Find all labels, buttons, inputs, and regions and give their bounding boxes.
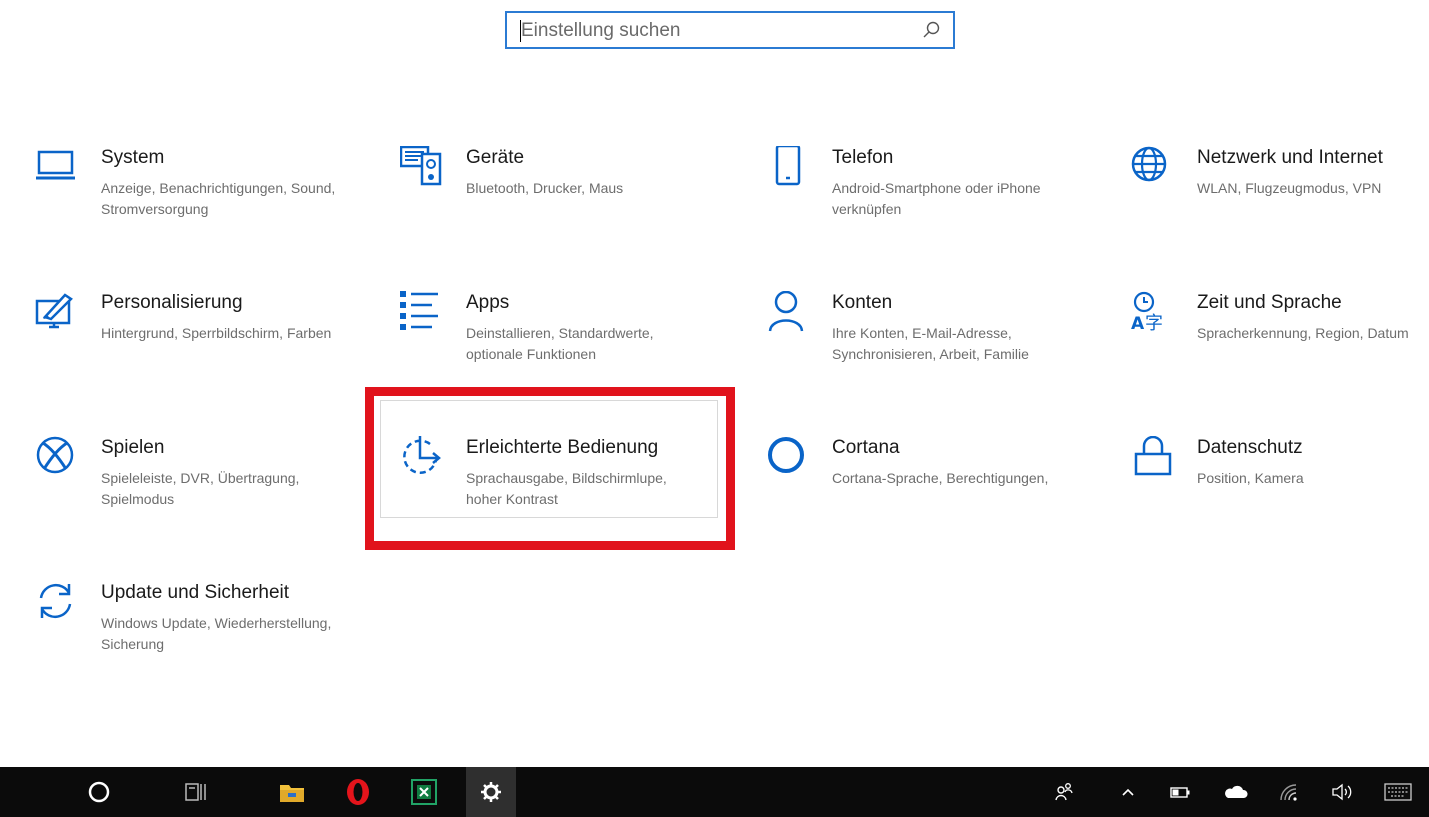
tile-title: Apps — [466, 292, 510, 313]
battery-icon[interactable] — [1164, 767, 1196, 817]
wifi-icon[interactable] — [1272, 767, 1304, 817]
tile-description: Android-Smartphone oder iPhone verknüpfe… — [832, 180, 1041, 217]
onedrive-icon[interactable] — [1220, 767, 1252, 817]
taskbar — [0, 767, 1429, 817]
tile-update-sicherheit[interactable]: Update und Sicherheit Windows Update, Wi… — [35, 581, 375, 701]
tile-description: Sprachausgabe, Bildschirmlupe, hoher Kon… — [466, 470, 667, 507]
chevron-up-icon[interactable] — [1113, 767, 1143, 817]
tile-zeit-sprache[interactable]: A字 Zeit und Sprache Spracherkennung, Reg… — [1131, 291, 1429, 411]
person-icon — [766, 291, 810, 335]
settings-gear-icon[interactable] — [466, 767, 516, 817]
tile-title: Konten — [832, 292, 893, 313]
time-language-icon: A字 — [1131, 291, 1175, 335]
tile-datenschutz[interactable]: Datenschutz Position, Kamera — [1131, 436, 1429, 556]
xbox-icon — [35, 436, 79, 480]
opera-icon[interactable] — [334, 767, 382, 817]
devices-icon — [400, 146, 444, 190]
tile-title: Zeit und Sprache — [1197, 292, 1342, 313]
tile-description: Position, Kamera — [1197, 470, 1304, 486]
cortana-circle-icon[interactable] — [75, 767, 123, 817]
globe-icon — [1131, 146, 1175, 190]
tile-title: Datenschutz — [1197, 437, 1303, 458]
tile-personalisierung[interactable]: Personalisierung Hintergrund, Sperrbilds… — [35, 291, 375, 411]
tile-description: Spracherkennung, Region, Datum — [1197, 325, 1409, 341]
tile-title: Geräte — [466, 147, 525, 168]
keyboard-icon[interactable] — [1378, 767, 1418, 817]
tile-description: WLAN, Flugzeugmodus, VPN — [1197, 180, 1382, 196]
excel-icon[interactable] — [400, 767, 448, 817]
tile-description: Ihre Konten, E-Mail-Adresse, Synchronisi… — [832, 325, 1029, 362]
tile-telefon[interactable]: Telefon Android-Smartphone oder iPhone v… — [766, 146, 1106, 266]
tile-title: Telefon — [832, 147, 894, 168]
tile-description: Hintergrund, Sperrbildschirm, Farben — [101, 325, 332, 341]
tile-description: Bluetooth, Drucker, Maus — [466, 180, 624, 196]
tile-description: Anzeige, Benachrichtigungen, Sound, Stro… — [101, 180, 336, 217]
tile-system[interactable]: System Anzeige, Benachrichtigungen, Soun… — [35, 146, 375, 266]
lock-icon — [1131, 436, 1175, 480]
tile-title: Cortana — [832, 437, 900, 458]
tile-geraete[interactable]: Geräte Bluetooth, Drucker, Maus — [400, 146, 740, 266]
tile-spielen[interactable]: Spielen Spieleleiste, DVR, Übertragung, … — [35, 436, 375, 556]
task-view-icon[interactable] — [172, 767, 220, 817]
tile-description: Cortana-Sprache, Berechtigungen, — [832, 470, 1049, 486]
tile-description: Spieleleiste, DVR, Übertragung, Spielmod… — [101, 470, 300, 507]
phone-icon — [766, 146, 810, 190]
svg-text:字: 字 — [1145, 313, 1163, 334]
tile-title: Spielen — [101, 437, 165, 458]
tile-konten[interactable]: Konten Ihre Konten, E-Mail-Adresse, Sync… — [766, 291, 1106, 411]
laptop-icon — [35, 146, 79, 190]
file-explorer-icon[interactable] — [268, 767, 316, 817]
tile-cortana[interactable]: Cortana Cortana-Sprache, Berechtigungen, — [766, 436, 1106, 556]
tile-title: Erleichterte Bedienung — [466, 437, 659, 458]
tile-title: Personalisierung — [101, 292, 243, 313]
apps-list-icon — [400, 291, 444, 335]
tile-netzwerk[interactable]: Netzwerk und Internet WLAN, Flugzeugmodu… — [1131, 146, 1429, 266]
sync-icon — [35, 581, 79, 625]
ease-of-access-icon — [400, 436, 444, 480]
tile-title: Netzwerk und Internet — [1197, 147, 1383, 168]
cortana-icon — [766, 436, 810, 480]
tile-apps[interactable]: Apps Deinstallieren, Standardwerte, opti… — [400, 291, 740, 411]
personalization-icon — [35, 291, 79, 335]
tile-description: Deinstallieren, Standardwerte, optionale… — [466, 325, 654, 362]
search-icon[interactable] — [921, 20, 941, 40]
people-icon[interactable] — [1048, 767, 1080, 817]
tile-erleichterte-bedienung[interactable]: Erleichterte Bedienung Sprachausgabe, Bi… — [380, 400, 740, 556]
tile-title: System — [101, 147, 165, 168]
tile-title: Update und Sicherheit — [101, 582, 290, 603]
volume-icon[interactable] — [1326, 767, 1358, 817]
search-input[interactable] — [519, 17, 923, 45]
svg-text:A: A — [1131, 314, 1145, 334]
settings-search-box[interactable] — [505, 11, 955, 49]
tile-description: Windows Update, Wiederherstellung, Siche… — [101, 615, 332, 652]
